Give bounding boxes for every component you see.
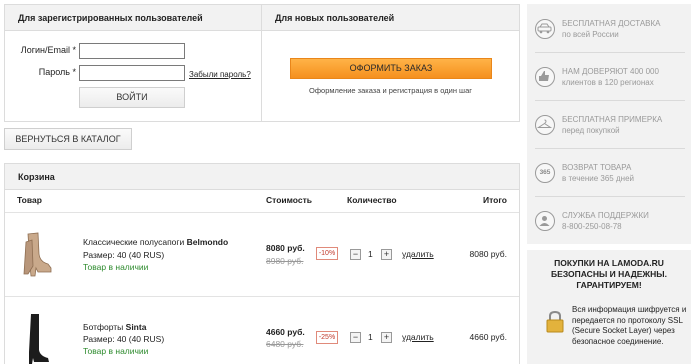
product-image-over-knee-boots[interactable] [22,312,52,364]
return-365-icon: 365 [535,163,555,183]
benefit-subtitle: по всей России [562,30,619,39]
hanger-icon [535,115,555,135]
item-total: 4660 руб. [469,332,507,342]
password-label: Пароль * [38,67,76,77]
cart-title: Корзина [5,164,519,190]
benefit-title: СЛУЖБА ПОДДЕРЖКИ [562,211,649,220]
secure-title: ПОКУПКИ НА LAMODA.RU БЕЗОПАСНЫ И НАДЕЖНЫ… [551,258,667,290]
login-row: Логин/Email * [5,43,261,59]
support-icon [535,211,555,231]
qty-value[interactable]: 1 [368,332,373,342]
checkout-note: Оформление заказа и регистрация в один ш… [309,86,472,95]
login-panel: Для зарегистрированных пользователей Лог… [4,4,262,122]
item-price: 8080 руб. [266,243,305,253]
item-old-price: 6480 руб. [266,339,304,349]
divider [535,148,685,149]
col-total: Итого [483,195,507,205]
col-cost: Стоимость [266,195,312,205]
item-total: 8080 руб. [469,249,507,259]
item-name[interactable]: Классические полусапоги Belmondo [83,237,228,247]
benefit-title: БЕСПЛАТНАЯ ДОСТАВКА [562,19,661,28]
divider [5,212,519,213]
login-submit-button[interactable]: ВОЙТИ [79,87,185,108]
password-input[interactable] [79,65,185,81]
benefit-subtitle: клиентов в 120 регионах [562,78,654,87]
checkout-button[interactable]: ОФОРМИТЬ ЗАКАЗ [290,58,492,79]
back-to-catalog-button[interactable]: ВЕРНУТЬСЯ В КАТАЛОГ [4,128,132,150]
benefit-title: ВОЗВРАТ ТОВАРА [562,163,632,172]
benefit-returns: 365 ВОЗВРАТ ТОВАРА в течение 365 дней [527,150,691,198]
benefits-sidebar: БЕСПЛАТНАЯ ДОСТАВКА по всей России НАМ Д… [527,4,691,244]
benefit-support: СЛУЖБА ПОДДЕРЖКИ 8-800-250-08-78 [527,198,691,246]
secure-description: Вся информация шифруется и передается по… [572,305,687,346]
item-old-price: 8980 руб. [266,256,304,266]
forgot-password-link[interactable]: Забыли пароль? [189,70,251,79]
col-quantity: Количество [347,195,397,205]
item-stock-status: Товар в наличии [83,346,149,356]
item-price: 4660 руб. [266,327,305,337]
divider [5,296,519,297]
thumbs-up-icon [535,67,555,87]
divider [535,52,685,53]
discount-badge: -10% [316,247,338,260]
item-size: Размер: 40 (40 RUS) [83,250,165,260]
login-label: Логин/Email * [20,45,76,55]
qty-plus-button[interactable]: + [381,332,392,343]
benefit-free-fitting: БЕСПЛАТНАЯ ПРИМЕРКА перед покупкой [527,102,691,150]
col-product: Товар [17,195,42,205]
benefit-title: НАМ ДОВЕРЯЮТ 400 000 [562,67,659,76]
cart-panel: Корзина [4,163,520,364]
divider [535,100,685,101]
secure-payment-block: ПОКУПКИ НА LAMODA.RU БЕЗОПАСНЫ И НАДЕЖНЫ… [527,250,691,364]
discount-badge: -25% [316,331,338,344]
new-users-panel: Для новых пользователей ОФОРМИТЬ ЗАКАЗ О… [261,4,520,122]
qty-value[interactable]: 1 [368,249,373,259]
benefit-subtitle: в течение 365 дней [562,174,634,183]
delete-link[interactable]: удалить [402,332,434,342]
qty-minus-button[interactable]: − [350,249,361,260]
product-image-ankle-boots[interactable] [18,230,54,278]
login-panel-title: Для зарегистрированных пользователей [5,5,261,31]
benefit-trust: НАМ ДОВЕРЯЮТ 400 000 клиентов в 120 реги… [527,54,691,102]
car-icon [535,19,555,39]
qty-minus-button[interactable]: − [350,332,361,343]
item-stock-status: Товар в наличии [83,262,149,272]
divider [535,196,685,197]
benefit-free-delivery: БЕСПЛАТНАЯ ДОСТАВКА по всей России [527,6,691,54]
benefit-title: БЕСПЛАТНАЯ ПРИМЕРКА [562,115,663,124]
new-users-title: Для новых пользователей [262,5,519,31]
delete-link[interactable]: удалить [402,249,434,259]
login-input[interactable] [79,43,185,59]
benefit-subtitle: 8-800-250-08-78 [562,222,622,231]
benefit-subtitle: перед покупкой [562,126,620,135]
item-size: Размер: 40 (40 RUS) [83,334,165,344]
qty-plus-button[interactable]: + [381,249,392,260]
item-name[interactable]: Ботфорты Sinta [83,322,146,332]
